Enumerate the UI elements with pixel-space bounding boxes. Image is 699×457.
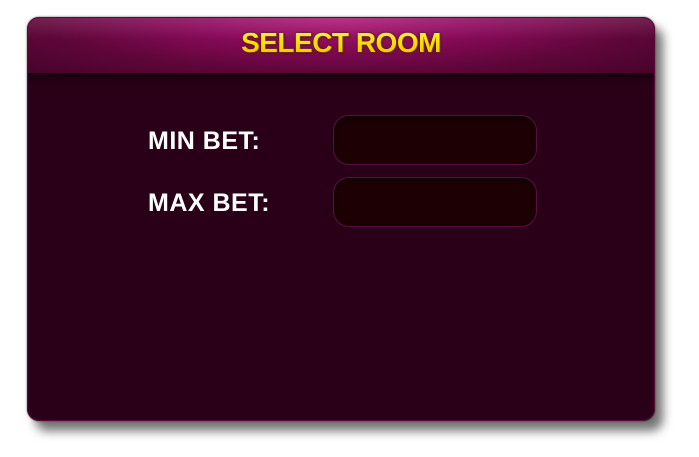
header-divider [27, 73, 655, 87]
max-bet-field[interactable] [333, 177, 537, 227]
select-room-dialog: SELECT ROOM MIN BET: MAX BET: [27, 17, 655, 421]
min-bet-row: MIN BET: [27, 115, 655, 167]
min-bet-label: MIN BET: [148, 127, 261, 155]
max-bet-label: MAX BET: [148, 189, 271, 217]
min-bet-field[interactable] [333, 115, 537, 165]
dialog-header: SELECT ROOM [27, 17, 655, 74]
dialog-title: SELECT ROOM [27, 27, 655, 59]
max-bet-row: MAX BET: [27, 177, 655, 229]
